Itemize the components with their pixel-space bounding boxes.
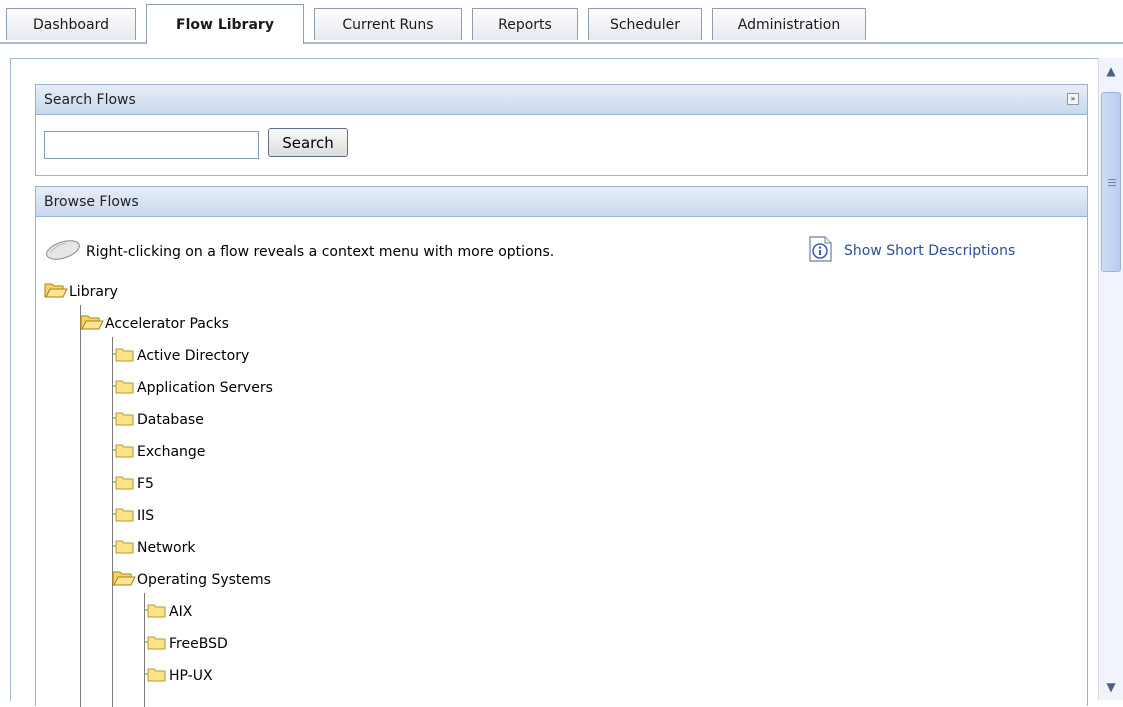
- folder-icon: [112, 345, 136, 367]
- tree-node-freebsd[interactable]: FreeBSD: [144, 633, 228, 655]
- tree-node-exchange[interactable]: Exchange: [112, 441, 205, 463]
- tab-bar: Dashboard Flow Library Current Runs Repo…: [0, 0, 1123, 44]
- tree-node-hp-ux[interactable]: HP-UX: [144, 665, 213, 687]
- browse-flows-panel: Browse Flows Right-clicking on a flow re…: [35, 186, 1088, 707]
- tree-label-aix[interactable]: AIX: [169, 604, 192, 620]
- tree-label-database[interactable]: Database: [137, 412, 204, 428]
- search-flows-panel: Search Flows » Search: [35, 84, 1088, 176]
- search-flows-header: Search Flows: [36, 85, 1087, 115]
- grip-icon: [1108, 179, 1116, 187]
- main-content: Search Flows » Search Browse Flows Right…: [10, 58, 1099, 707]
- hint-text: Right-clicking on a flow reveals a conte…: [86, 244, 555, 260]
- folder-icon: [144, 633, 168, 655]
- tab-reports[interactable]: Reports: [472, 8, 578, 40]
- folder-icon: [112, 409, 136, 431]
- tree-label-f5[interactable]: F5: [137, 476, 154, 492]
- browse-flows-title: Browse Flows: [44, 193, 139, 210]
- context-menu-hint: Right-clicking on a flow reveals a conte…: [44, 239, 554, 265]
- scroll-down-icon[interactable]: ▼: [1101, 678, 1121, 696]
- folder-icon: [144, 665, 168, 687]
- folder-open-icon: [112, 569, 136, 591]
- tab-administration[interactable]: Administration: [712, 8, 866, 40]
- vertical-scrollbar[interactable]: ▲ ▼: [1098, 58, 1123, 700]
- folder-icon: [112, 537, 136, 559]
- tree-node-application-servers[interactable]: Application Servers: [112, 377, 273, 399]
- tab-dashboard[interactable]: Dashboard: [6, 8, 136, 40]
- tree-node-aix[interactable]: AIX: [144, 601, 192, 623]
- tree-label-exchange[interactable]: Exchange: [137, 444, 205, 460]
- tree-label-iis[interactable]: IIS: [137, 508, 154, 524]
- tree-label-freebsd[interactable]: FreeBSD: [169, 636, 228, 652]
- tree-label-accelerator-packs[interactable]: Accelerator Packs: [105, 316, 229, 332]
- tree-label-network[interactable]: Network: [137, 540, 195, 556]
- scroll-up-icon[interactable]: ▲: [1101, 62, 1121, 80]
- search-flows-title: Search Flows: [44, 91, 136, 108]
- tree-node-database[interactable]: Database: [112, 409, 204, 431]
- short-descriptions-link[interactable]: Show Short Descriptions: [844, 243, 1015, 259]
- tree-node-active-directory[interactable]: Active Directory: [112, 345, 249, 367]
- folder-icon: [112, 377, 136, 399]
- tree-node-library[interactable]: Library: [44, 281, 118, 303]
- collapse-icon[interactable]: »: [1067, 93, 1079, 105]
- tree-node-network[interactable]: Network: [112, 537, 195, 559]
- tree-node-operating-systems[interactable]: Operating Systems: [112, 569, 271, 591]
- show-short-descriptions[interactable]: Show Short Descriptions: [806, 235, 1015, 267]
- folder-open-icon: [44, 281, 68, 303]
- tab-current-runs[interactable]: Current Runs: [314, 8, 462, 40]
- folder-icon: [112, 441, 136, 463]
- browse-flows-header: Browse Flows: [36, 187, 1087, 217]
- folder-icon: [112, 505, 136, 527]
- tree-label-application-servers[interactable]: Application Servers: [137, 380, 273, 396]
- tab-scheduler[interactable]: Scheduler: [588, 8, 702, 40]
- tab-flow-library[interactable]: Flow Library: [146, 4, 304, 44]
- tree-node-iis[interactable]: IIS: [112, 505, 154, 527]
- info-icon: [806, 235, 834, 267]
- tree-label-library[interactable]: Library: [69, 284, 118, 300]
- search-input[interactable]: [44, 131, 259, 159]
- folder-icon: [112, 473, 136, 495]
- folder-open-icon: [80, 313, 104, 335]
- search-button[interactable]: Search: [268, 128, 348, 157]
- tree-connector: [80, 305, 81, 707]
- folder-icon: [144, 601, 168, 623]
- scroll-thumb[interactable]: [1101, 92, 1121, 272]
- tree-node-f5[interactable]: F5: [112, 473, 154, 495]
- tree-label-active-directory[interactable]: Active Directory: [137, 348, 249, 364]
- tree-label-operating-systems[interactable]: Operating Systems: [137, 572, 271, 588]
- tree-label-hp-ux[interactable]: HP-UX: [169, 668, 213, 684]
- mouse-icon: [44, 239, 82, 265]
- tree-node-accelerator-packs[interactable]: Accelerator Packs: [80, 313, 229, 335]
